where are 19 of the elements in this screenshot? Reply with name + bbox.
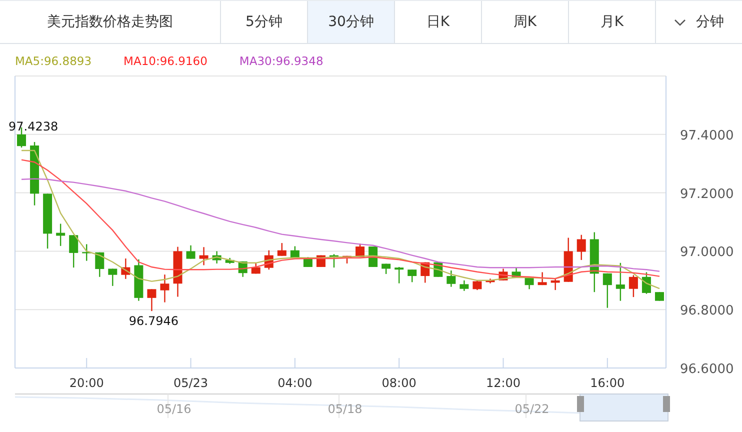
legend-label: MA10:96.9160 xyxy=(124,54,208,70)
legend-label: MA5:96.8893 xyxy=(15,54,92,70)
y-axis-label: 96.6000 xyxy=(680,362,734,377)
y-axis-label: 97.2000 xyxy=(680,186,734,202)
price-annotation: 97.4238 xyxy=(8,119,58,134)
navigator-date-label: 05/16 xyxy=(156,402,192,416)
legend-label: MA30:96.9348 xyxy=(239,54,324,70)
y-axis-label: 97.0000 xyxy=(680,245,734,260)
x-axis-label: 04:00 xyxy=(278,376,312,390)
x-axis-label: 12:00 xyxy=(486,376,521,390)
x-axis-label: 20:00 xyxy=(69,376,104,390)
x-axis-label: 08:00 xyxy=(382,376,416,390)
navigator-date-label: 05/18 xyxy=(328,402,362,416)
price-annotation: 96.7946 xyxy=(128,314,179,328)
x-axis-label: 16:00 xyxy=(590,376,625,390)
y-axis-label: 96.8000 xyxy=(680,304,734,319)
x-axis-label: 05/23 xyxy=(173,376,208,390)
navigator-date-label: 05/22 xyxy=(514,402,550,416)
y-axis-label: 97.4000 xyxy=(680,128,734,144)
